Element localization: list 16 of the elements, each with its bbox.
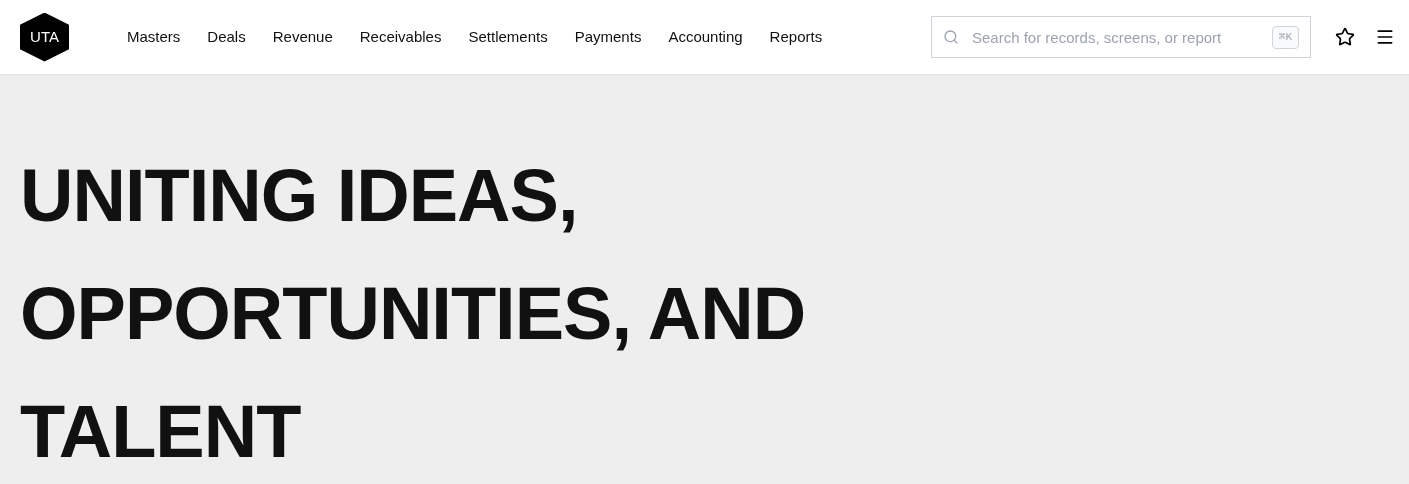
hero-heading: TALENT xyxy=(20,389,301,475)
logo[interactable]: UTA xyxy=(20,12,69,62)
nav-link[interactable]: Masters xyxy=(127,25,181,49)
nav-link[interactable]: Deals xyxy=(207,25,246,49)
hero-heading: OPPORTUNITIES, AND xyxy=(20,271,806,357)
shortcut-hint: ⌘K xyxy=(1271,26,1299,49)
nav-link[interactable]: Receivables xyxy=(359,25,442,49)
nav-link[interactable]: Accounting xyxy=(668,25,743,49)
menu-button[interactable] xyxy=(1375,27,1395,47)
hero-heading: UNITING IDEAS, xyxy=(20,153,578,239)
nav-link[interactable]: Reports xyxy=(769,25,823,49)
nav-link[interactable]: Settlements xyxy=(468,25,548,49)
nav-link[interactable]: Revenue xyxy=(272,25,333,49)
nav-link[interactable]: Payments xyxy=(574,25,642,49)
search-icon xyxy=(943,29,959,45)
favorites-button[interactable] xyxy=(1335,27,1355,47)
